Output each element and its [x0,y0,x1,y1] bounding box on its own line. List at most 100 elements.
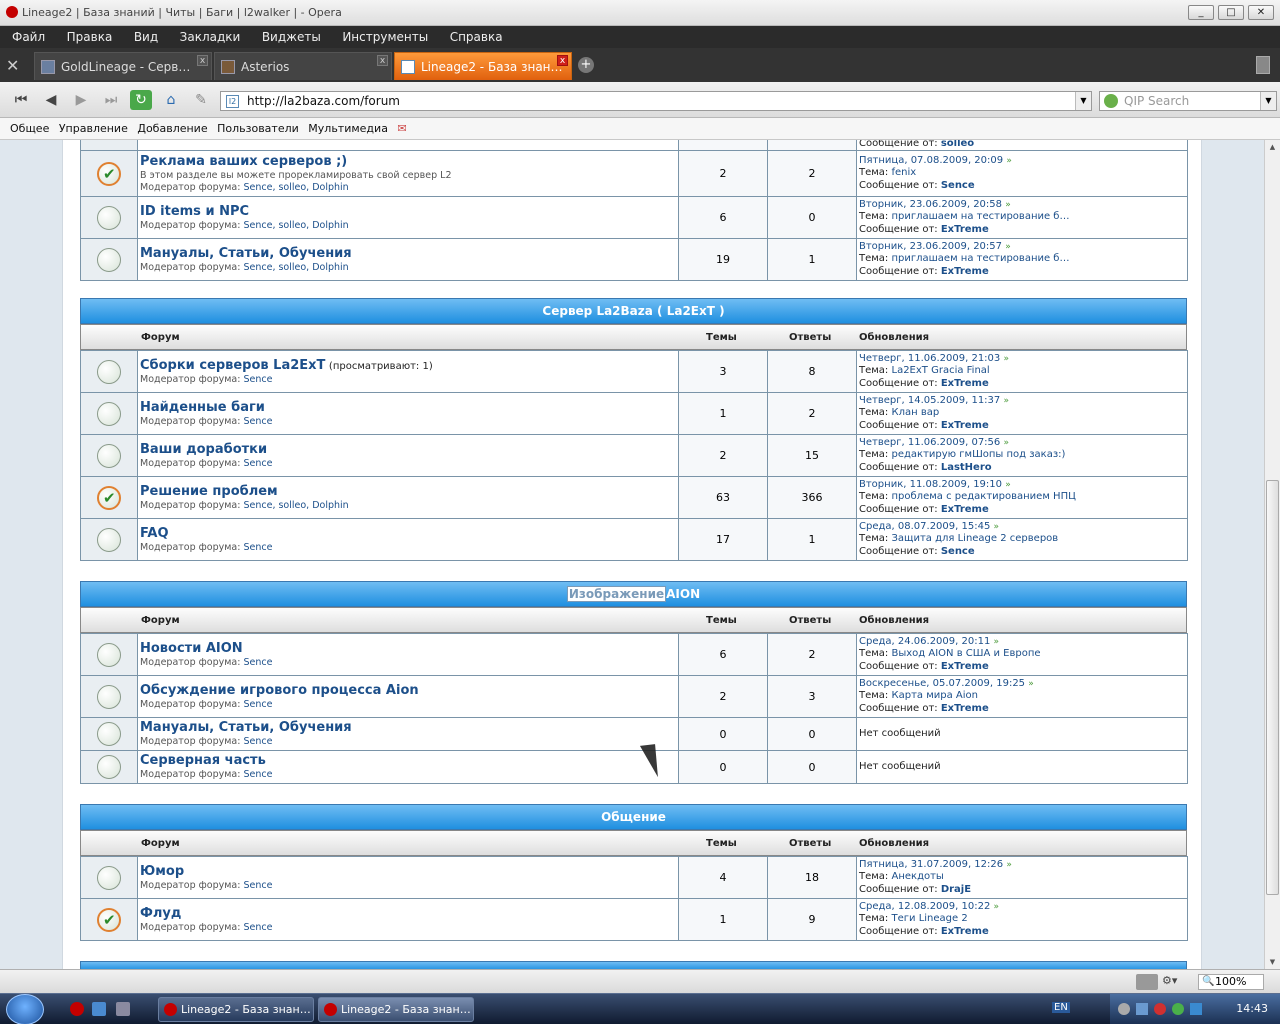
window-titlebar[interactable]: Lineage2 | База знаний | Читы | Баги | l… [0,0,1280,26]
last-topic-link[interactable]: Анекдоты [892,871,944,882]
last-user-link[interactable]: ExTreme [941,224,989,235]
scroll-down-icon[interactable]: ▼ [1266,955,1279,969]
last-topic-link[interactable]: Выход AION в США и Европе [892,648,1041,659]
quicklaunch-icon[interactable] [92,1002,106,1016]
last-user-link[interactable]: DrajE [941,884,971,895]
home-icon[interactable]: ⌂ [160,90,182,110]
go-to-last-post-icon[interactable]: » [994,902,1000,912]
moderator-links[interactable]: Sence [243,922,272,933]
bookmark-users[interactable]: Пользователи [217,118,299,140]
scrollbar-thumb[interactable] [1266,480,1279,895]
last-user-link[interactable]: ExTreme [941,420,989,431]
moderator-links[interactable]: Sence [243,416,272,427]
menu-view[interactable]: Вид [134,26,158,48]
close-tab-icon[interactable]: x [377,55,388,66]
maximize-button[interactable]: □ [1218,5,1244,20]
menu-bookmarks[interactable]: Закладки [180,26,241,48]
tab-goldlineage[interactable]: GoldLineage - Серв… x [34,52,212,80]
shield-icon[interactable] [1190,1003,1202,1015]
moderator-links[interactable]: Sence, solleo, Dolphin [243,500,348,511]
last-topic-link[interactable]: приглашаем на тестирование б… [892,211,1070,222]
last-topic-link[interactable]: проблема с редактированием НПЦ [892,491,1076,502]
forum-link[interactable]: Обсуждение игрового процесса Aion [140,683,678,699]
close-tab-icon[interactable]: x [557,55,568,66]
moderator-links[interactable]: Sence [243,769,272,780]
bookmark-general[interactable]: Общее [10,118,49,140]
go-to-last-post-icon[interactable]: » [1006,156,1012,166]
bookmark-multimedia[interactable]: Мультимедиа [308,118,388,140]
go-to-last-post-icon[interactable]: » [1006,860,1012,870]
menu-file[interactable]: Файл [12,26,45,48]
moderator-links[interactable]: Sence, solleo, Dolphin [243,220,348,231]
bookmark-adding[interactable]: Добавление [137,118,207,140]
forum-link[interactable]: ID items и NPC [140,204,678,220]
forum-link[interactable]: Ваши доработки [140,442,678,458]
last-topic-link[interactable]: Клан вар [892,407,940,418]
clock[interactable]: 14:43 [1236,1002,1268,1015]
go-to-last-post-icon[interactable]: » [1005,200,1011,210]
new-tab-icon[interactable]: + [578,57,594,73]
search-box[interactable]: QIP Search ▼ [1099,91,1277,111]
forum-link[interactable]: Реклама ваших серверов ;) [140,154,678,170]
go-to-last-post-icon[interactable]: » [1003,354,1009,364]
category-header[interactable]: Сервер La2Baza ( La2ExT ) [80,298,1187,324]
moderator-links[interactable]: Sence, solleo, Dolphin [243,262,348,273]
forward-icon[interactable]: ▶ [70,90,92,110]
moderator-links[interactable]: Sence [243,736,272,747]
menu-widgets[interactable]: Виджеты [262,26,321,48]
go-to-last-post-icon[interactable]: » [1003,396,1009,406]
moderator-links[interactable]: Sence, solleo, Dolphin [243,182,348,193]
close-tab-icon[interactable]: x [197,55,208,66]
minimize-button[interactable]: _ [1188,5,1214,20]
show-desktop-icon[interactable] [116,1002,130,1016]
start-button[interactable] [6,994,44,1024]
last-user-link[interactable]: Sence [941,546,975,557]
tab-lineage2[interactable]: Lineage2 - База знан… x [394,52,572,80]
tab-asterios[interactable]: Asterios x [214,52,392,80]
moderator-links[interactable]: Sence [243,657,272,668]
forum-link[interactable]: Серверная часть [140,753,678,769]
last-user-link[interactable]: ExTreme [941,703,989,714]
last-user-link[interactable]: ExTreme [941,504,989,515]
last-user-link[interactable]: ExTreme [941,926,989,937]
reload-icon[interactable]: ↻ [130,90,152,110]
address-input[interactable]: http://la2baza.com/forum [247,94,400,108]
chevron-down-icon[interactable]: ▼ [1260,92,1276,110]
language-indicator[interactable]: EN [1052,1002,1070,1013]
category-header[interactable]: Изображение AION [80,581,1187,607]
moderator-links[interactable]: Sence [243,699,272,710]
panel-toggle-icon[interactable] [1136,974,1158,990]
last-topic-link[interactable]: Карта мира Aion [892,690,978,701]
close-window-button[interactable]: ✕ [1248,5,1274,20]
tools-icon[interactable]: ✕ [6,56,26,76]
taskbar-button-opera-1[interactable]: Lineage2 - База знан… [158,997,314,1022]
go-to-last-post-icon[interactable]: » [994,637,1000,647]
messenger-icon[interactable] [1172,1003,1184,1015]
opera-quicklaunch-icon[interactable] [70,1002,84,1016]
edit-icon[interactable]: ✎ [190,90,212,110]
moderator-links[interactable]: Sence [243,542,272,553]
forum-link[interactable]: FAQ [140,526,678,542]
forum-link[interactable]: Решение проблем [140,484,678,500]
last-topic-link[interactable]: Защита для Lineage 2 серверов [892,533,1059,544]
menu-edit[interactable]: Правка [67,26,113,48]
go-to-last-post-icon[interactable]: » [1005,242,1011,252]
forum-link[interactable]: Найденные баги [140,400,678,416]
zoom-level[interactable]: 🔍 100% [1198,974,1264,990]
volume-icon[interactable] [1136,1003,1148,1015]
last-topic-link[interactable]: fenix [892,167,917,178]
menu-tools[interactable]: Инструменты [342,26,428,48]
scroll-up-icon[interactable]: ▲ [1266,140,1279,154]
vertical-scrollbar[interactable]: ▲ ▼ [1264,140,1280,969]
forum-link[interactable]: Сборки серверов La2ExT [140,358,325,373]
moderator-links[interactable]: Sence [243,374,272,385]
last-user-link[interactable]: ExTreme [941,266,989,277]
last-topic-link[interactable]: La2ExT Gracia Final [892,365,990,376]
search-input[interactable]: QIP Search [1124,94,1189,108]
taskbar-button-opera-2[interactable]: Lineage2 - База знан… [318,997,474,1022]
category-header[interactable]: Общение [80,804,1187,830]
last-user-link[interactable]: Sence [941,180,975,191]
last-topic-link[interactable]: приглашаем на тестирование б… [892,253,1070,264]
moderator-links[interactable]: Sence [243,458,272,469]
go-to-last-post-icon[interactable]: » [1003,438,1009,448]
